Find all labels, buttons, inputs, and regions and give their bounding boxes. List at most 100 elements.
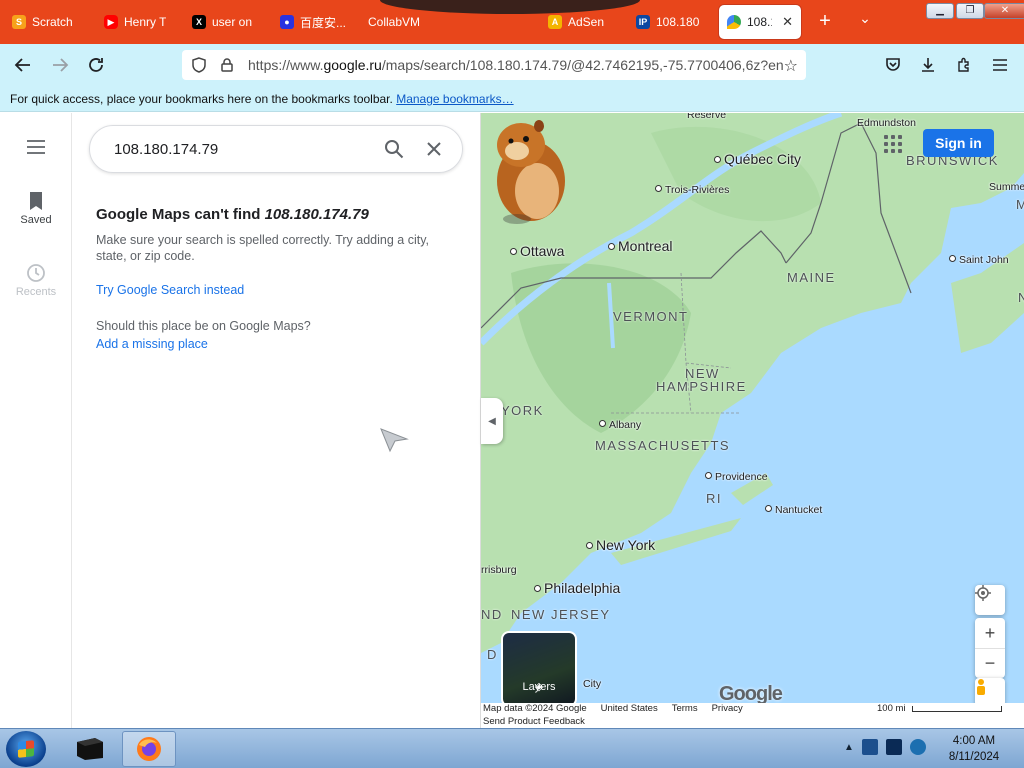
bookmark-star-icon[interactable]: ☆	[784, 56, 798, 76]
map-label[interactable]: New York	[586, 537, 655, 553]
downloads-button[interactable]	[915, 52, 941, 78]
scale-label: 100 mi	[877, 703, 906, 714]
recents-button[interactable]: Recents	[0, 263, 72, 298]
forward-arrow-icon	[53, 58, 69, 72]
url-path: /maps/search/108.180.174.79/@42.7462195,…	[381, 57, 784, 73]
clear-search-button[interactable]	[414, 129, 454, 169]
app-menu-button[interactable]	[987, 52, 1013, 78]
saved-button[interactable]: Saved	[0, 191, 72, 226]
tab-google-maps[interactable]: 108.1 ✕	[718, 4, 802, 40]
search-button[interactable]	[374, 129, 414, 169]
tab-collabvm[interactable]: CollabVM	[360, 4, 452, 40]
tab-baidu[interactable]: ● 百度安...	[272, 4, 364, 40]
map-label[interactable]: Saint John	[949, 254, 1009, 266]
sign-in-button[interactable]: Sign in	[923, 129, 994, 157]
new-tab-button[interactable]: +	[814, 10, 836, 32]
map-label[interactable]: Québec City	[714, 151, 801, 167]
ip-icon: IP	[636, 15, 650, 29]
search-box[interactable]: 108.180.174.79	[89, 125, 463, 173]
search-results-panel: 108.180.174.79 Google Maps can't find 10…	[73, 113, 481, 728]
list-all-tabs-button[interactable]: ⌄	[856, 10, 874, 27]
close-icon	[427, 142, 441, 156]
x-icon: X	[192, 15, 206, 29]
search-input[interactable]: 108.180.174.79	[90, 141, 374, 158]
maximize-button[interactable]: ❐	[956, 3, 984, 19]
download-icon	[922, 58, 934, 72]
show-hidden-icons[interactable]: ▲	[844, 742, 854, 753]
manage-bookmarks-link[interactable]: Manage bookmarks…	[396, 92, 513, 106]
back-button[interactable]	[10, 52, 36, 78]
volume-icon[interactable]	[909, 739, 926, 755]
tab-youtube[interactable]: ▶ Henry T	[96, 4, 188, 40]
tab-ip[interactable]: IP 108.180	[628, 4, 712, 40]
pegman-icon	[977, 679, 985, 695]
reload-button[interactable]	[83, 52, 109, 78]
terms-link[interactable]: Terms	[672, 703, 698, 714]
system-clock[interactable]: 4:00 AM 8/11/2024	[938, 733, 1010, 765]
puzzle-icon	[958, 57, 969, 72]
map-label[interactable]: Philadelphia	[534, 580, 620, 596]
baidu-icon: ●	[280, 15, 294, 29]
tab-title: user on	[212, 15, 253, 29]
lock-icon[interactable]	[216, 58, 238, 72]
black-box-icon	[77, 738, 103, 760]
try-google-search-link[interactable]: Try Google Search instead	[96, 283, 244, 297]
system-tray: ▲	[844, 739, 926, 755]
firefox-icon	[137, 737, 161, 761]
pocket-button[interactable]	[880, 52, 906, 78]
map-label[interactable]: Nantucket	[765, 504, 822, 516]
minimize-button[interactable]: ▁	[926, 3, 954, 19]
privacy-link[interactable]: Privacy	[712, 703, 743, 714]
my-location-icon	[975, 585, 991, 601]
map-label: MASSACHUSETTS	[595, 438, 731, 453]
zoom-out-button[interactable]: −	[975, 648, 1005, 678]
google-apps-icon[interactable]	[882, 133, 904, 155]
clock-date: 8/11/2024	[948, 751, 1000, 763]
layers-button[interactable]: ◈ Layers	[501, 631, 577, 703]
url-text: https://www.google.ru/maps/search/108.18…	[248, 57, 788, 73]
display-icon[interactable]	[885, 739, 902, 755]
map-label[interactable]: Trois-Rivières	[655, 184, 729, 196]
map-label: M	[1016, 197, 1024, 212]
region-link[interactable]: United States	[601, 703, 658, 714]
url-host: google.ru	[323, 57, 382, 73]
map-label: Reserve	[687, 113, 727, 121]
map-label[interactable]: Providence	[705, 471, 768, 483]
tab-x[interactable]: X user on	[184, 4, 276, 40]
map-scale[interactable]: 100 mi	[877, 703, 1002, 714]
error-title: Google Maps can't find 108.180.174.79	[96, 206, 369, 223]
taskbar-app-terminal[interactable]	[62, 731, 116, 767]
main-menu-button[interactable]	[0, 139, 72, 158]
forward-button[interactable]	[47, 52, 73, 78]
tracking-protection-icon[interactable]	[188, 57, 210, 73]
tab-title: 108.180	[656, 15, 700, 29]
send-feedback-link[interactable]: Send Product Feedback	[483, 716, 585, 727]
map-attribution-bar: Map data ©2024 Google United States Term…	[481, 703, 1024, 728]
map-label[interactable]: Albany	[599, 419, 641, 431]
error-hint: Make sure your search is spelled correct…	[96, 233, 430, 263]
mouse-pointer-icon	[380, 428, 409, 453]
close-tab-icon[interactable]: ✕	[782, 14, 793, 30]
map-label[interactable]: Ottawa	[510, 243, 564, 259]
zoom-in-button[interactable]: +	[985, 618, 996, 648]
tab-adsense[interactable]: A AdSen	[540, 4, 624, 40]
address-bar[interactable]: https://www.google.ru/maps/search/108.18…	[182, 50, 806, 80]
navigation-toolbar: https://www.google.ru/maps/search/108.18…	[0, 44, 1024, 86]
start-button[interactable]	[6, 731, 46, 767]
map-label: Edmundston	[857, 117, 916, 129]
error-query: 108.180.174.79	[264, 206, 369, 223]
my-location-button[interactable]	[975, 585, 1005, 615]
map-canvas[interactable]: Reserve Edmundston Québec City BRUNSWICK…	[481, 113, 1024, 703]
collapse-panel-button[interactable]: ◀	[481, 398, 503, 444]
street-view-pegman[interactable]	[975, 678, 1005, 703]
map-label[interactable]: Montreal	[608, 238, 672, 254]
tab-scratch[interactable]: S Scratch	[4, 4, 96, 40]
add-missing-place-link[interactable]: Add a missing place	[96, 337, 208, 351]
maps-side-rail: Saved Recents	[0, 113, 72, 728]
extensions-button[interactable]	[951, 52, 977, 78]
map-label: D	[487, 647, 498, 662]
window-close-button[interactable]: ✕	[984, 3, 1024, 19]
scratch-icon: S	[12, 15, 26, 29]
taskbar-app-firefox[interactable]	[122, 731, 176, 767]
network-icon[interactable]	[861, 739, 878, 755]
